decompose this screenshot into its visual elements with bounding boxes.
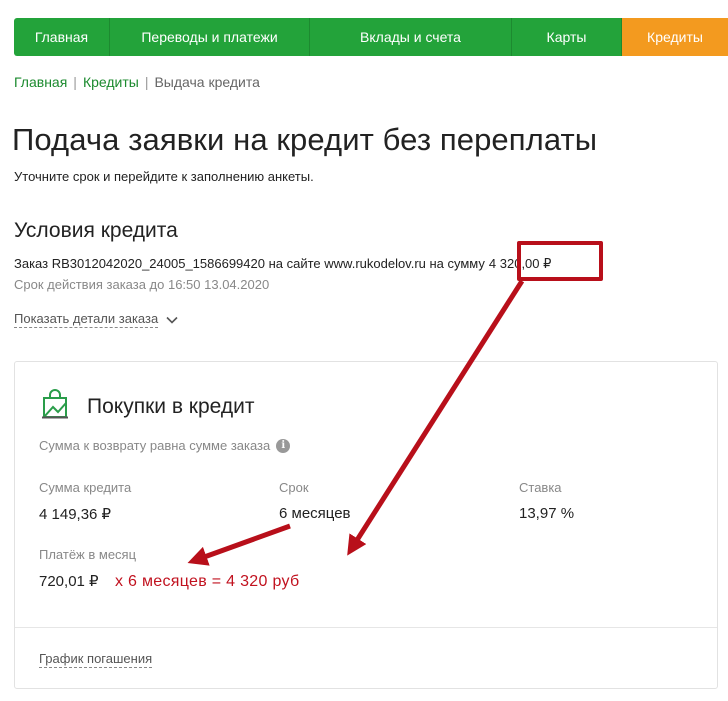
card-note: Сумма к возврату равна сумме заказа i (39, 438, 291, 453)
page-subtitle: Уточните срок и перейдите к заполнению а… (14, 169, 314, 184)
order-expiry: Срок действия заказа до 16:50 13.04.2020 (14, 277, 270, 292)
card-title: Покупки в кредит (87, 395, 255, 418)
term-label: Срок (279, 480, 309, 495)
conditions-title: Условия кредита (14, 219, 178, 242)
payment-schedule-link[interactable]: График погашения (39, 651, 153, 668)
shopping-bag-icon (42, 389, 68, 419)
info-icon[interactable]: i (276, 438, 291, 453)
show-order-details-link[interactable]: Показать детали заказа (14, 311, 178, 328)
breadcrumb-separator: | (73, 74, 77, 90)
credit-offer-card: Покупки в кредит Сумма к возврату равна … (14, 361, 718, 689)
breadcrumb: Главная | Кредиты | Выдача кредита (14, 74, 260, 90)
chevron-down-icon (166, 316, 178, 324)
breadcrumb-credits-link[interactable]: Кредиты (83, 74, 139, 90)
breadcrumb-separator: | (144, 74, 149, 90)
breadcrumb-current: Выдача кредита (154, 74, 260, 90)
rate-label: Ставка (519, 480, 562, 495)
monthly-payment-label: Платёж в месяц (39, 547, 137, 562)
nav-item-home[interactable]: Главная (14, 18, 110, 56)
credit-sum-value: 4 149,36 ₽ (39, 506, 112, 523)
page-title: Подача заявки на кредит без переплаты (12, 122, 598, 157)
order-text: Заказ RB3012042020_24005_1586699420 на с… (14, 256, 485, 271)
order-description: Заказ RB3012042020_24005_1586699420 на с… (14, 256, 551, 272)
card-divider (15, 627, 717, 628)
term-value: 6 месяцев (279, 505, 351, 522)
nav-item-transfers[interactable]: Переводы и платежи (110, 18, 310, 56)
main-nav: Главная Переводы и платежи Вклады и счет… (14, 18, 728, 56)
rate-value: 13,97 % (519, 505, 575, 522)
monthly-payment-value: 720,01 ₽ (39, 573, 99, 590)
show-order-details-label: Показать детали заказа (14, 311, 159, 328)
card-note-text: Сумма к возврату равна сумме заказа (39, 438, 271, 453)
nav-item-credits[interactable]: Кредиты (622, 18, 728, 56)
annotation-calculation: х 6 месяцев = 4 320 руб (115, 573, 300, 590)
annotation-highlight-box (517, 241, 603, 281)
nav-item-cards[interactable]: Карты (512, 18, 622, 56)
credit-sum-label: Сумма кредита (39, 480, 132, 495)
nav-item-deposits[interactable]: Вклады и счета (310, 18, 512, 56)
breadcrumb-home-link[interactable]: Главная (14, 74, 67, 90)
